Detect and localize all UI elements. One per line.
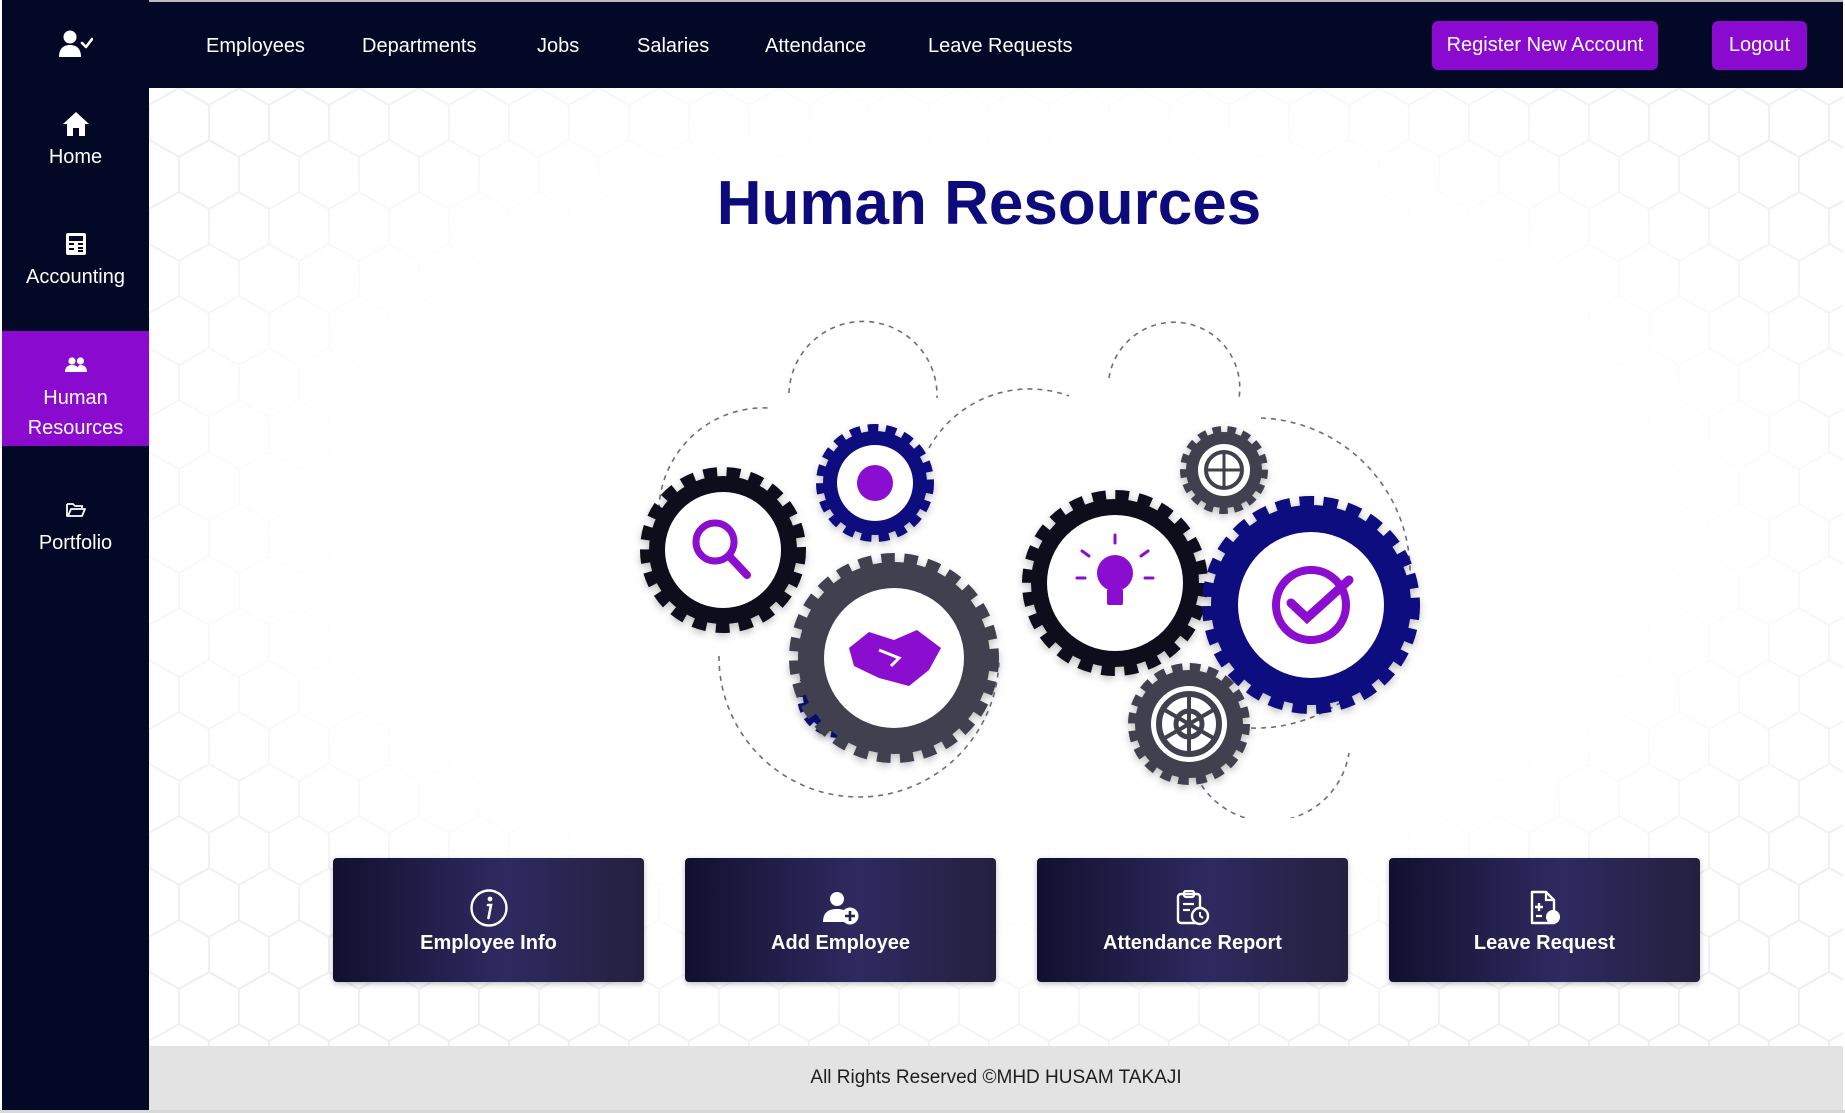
top-navbar: Employees Departments Jobs Salaries Atte… [149, 0, 1843, 88]
nav-link-jobs[interactable]: Jobs [537, 35, 579, 58]
gears-illustration [640, 320, 1420, 818]
footer-copyright: All Rights Reserved ©MHD HUSAM TAKAJI [810, 1067, 1182, 1088]
sidebar-item-accounting[interactable]: Accounting [2, 228, 149, 308]
nav-link-salaries[interactable]: Salaries [637, 35, 709, 58]
card-label: Add Employee [771, 931, 910, 954]
page-title: Human Resources [716, 169, 1262, 238]
card-label: Leave Request [1473, 931, 1616, 954]
main-content: Human Resources Employee Info Add Employ… [149, 88, 1843, 1046]
employee-info-card[interactable]: Employee Info [333, 858, 644, 982]
app-frame: Home Accounting Human Resources Portfoli… [0, 0, 1845, 1113]
add-employee-card[interactable]: Add Employee [685, 858, 996, 982]
sidebar-item-label: Accounting [26, 266, 125, 288]
sidebar-item-portfolio[interactable]: Portfolio [2, 494, 149, 574]
sidebar-item-label: Portfolio [38, 532, 113, 554]
card-label: Attendance Report [1103, 931, 1282, 954]
nav-link-departments[interactable]: Departments [362, 35, 477, 58]
user-plus-icon [822, 886, 859, 930]
file-plus-icon [1529, 886, 1561, 930]
leave-request-card[interactable]: Leave Request [1389, 858, 1700, 982]
sidebar-item-home[interactable]: Home [2, 108, 149, 188]
clipboard-clock-icon [1176, 886, 1210, 930]
nav-link-attendance[interactable]: Attendance [765, 35, 866, 58]
info-icon [469, 886, 509, 930]
logout-button[interactable]: Logout [1712, 21, 1807, 70]
sidebar-item-human-resources[interactable]: Human Resources [2, 331, 149, 446]
sidebar-item-label: Human Resources [27, 387, 124, 439]
sidebar-item-label: Home [48, 146, 103, 168]
user-check-icon [2, 25, 149, 63]
users-icon [64, 349, 87, 381]
nav-link-leave-requests[interactable]: Leave Requests [928, 35, 1073, 58]
footer: All Rights Reserved ©MHD HUSAM TAKAJI [149, 1046, 1843, 1110]
folder-open-icon [65, 494, 86, 526]
card-label: Employee Info [420, 931, 557, 954]
attendance-report-card[interactable]: Attendance Report [1037, 858, 1348, 982]
sidebar: Home Accounting Human Resources Portfoli… [2, 0, 149, 1110]
home-icon [62, 108, 90, 140]
calculator-icon [65, 228, 86, 260]
nav-link-employees[interactable]: Employees [206, 35, 305, 58]
register-new-account-button[interactable]: Register New Account [1432, 21, 1658, 70]
